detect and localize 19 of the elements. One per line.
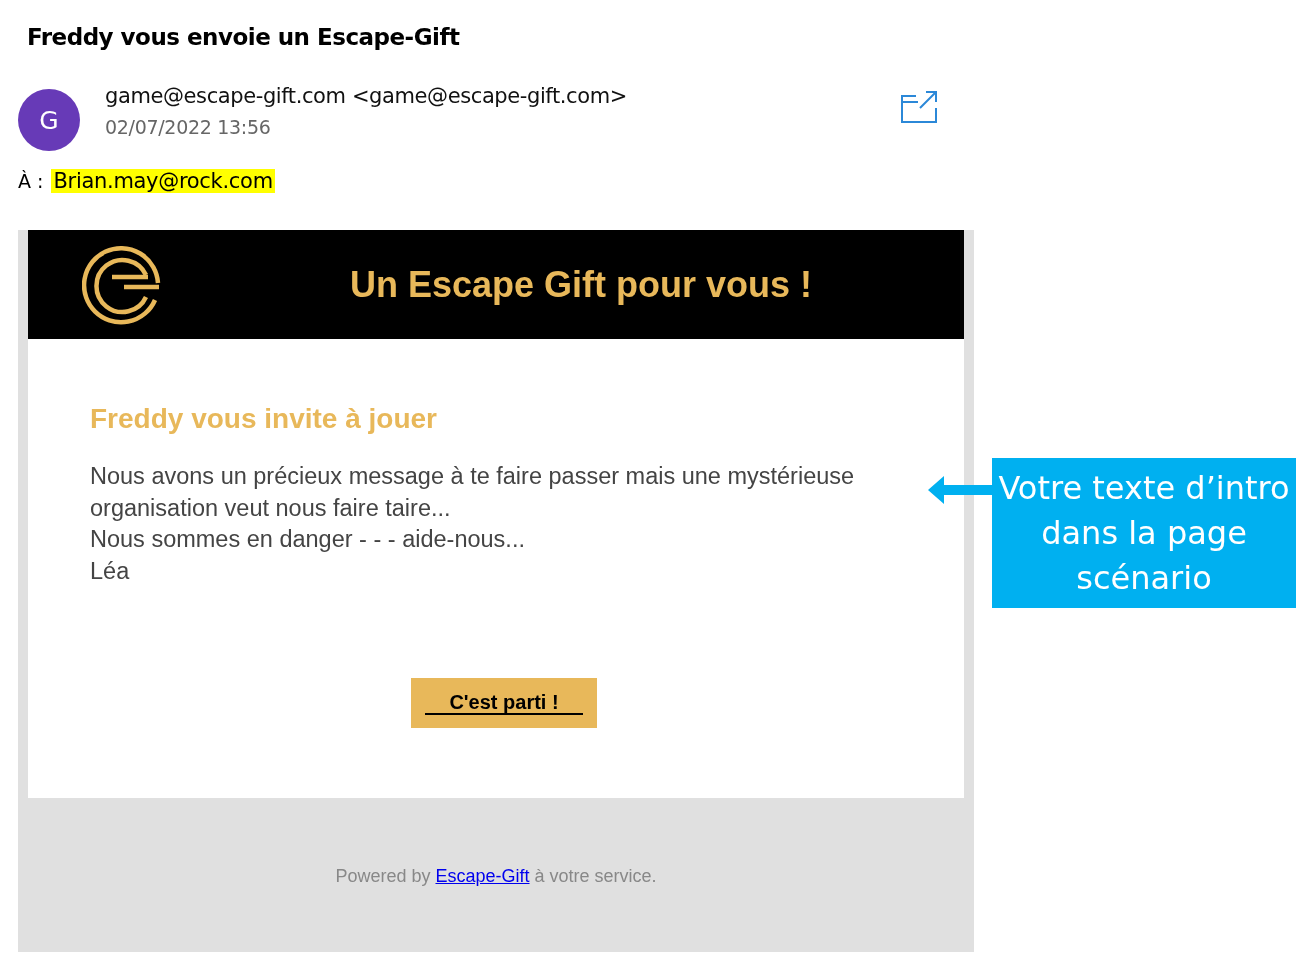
banner-title: Un Escape Gift pour vous ! <box>350 263 813 306</box>
sender-name: game@escape-gift.com <game@escape-gift.com> <box>105 84 628 108</box>
body-text: Nous avons un précieux message à te faire passer mais une mystérieuse <box>90 462 856 491</box>
email-date: 02/07/2022 13:56 <box>105 116 272 138</box>
footer-text: Powered by Escape-Gift à votre service. <box>334 866 658 887</box>
body-text: Léa <box>90 556 131 586</box>
recipient-address: Brian.may@rock.com <box>51 169 275 193</box>
logo-icon <box>82 244 162 325</box>
email-heading: Freddy vous invite à jouer <box>90 403 438 435</box>
avatar: G <box>18 89 80 151</box>
arrow-icon <box>928 474 992 506</box>
body-text: Nous sommes en danger - - - aide-nous... <box>90 525 526 554</box>
callout-box: Votre texte d’intro dans la page scénario <box>992 458 1296 608</box>
start-button[interactable]: C'est parti ! <box>411 678 597 728</box>
body-text: organisation veut nous faire taire... <box>90 493 452 523</box>
email-subject: Freddy vous envoie un Escape-Gift <box>26 23 461 52</box>
pop-out-icon[interactable] <box>900 90 938 124</box>
escape-gift-link[interactable]: Escape-Gift <box>435 866 530 886</box>
to-label: À : <box>18 170 44 192</box>
